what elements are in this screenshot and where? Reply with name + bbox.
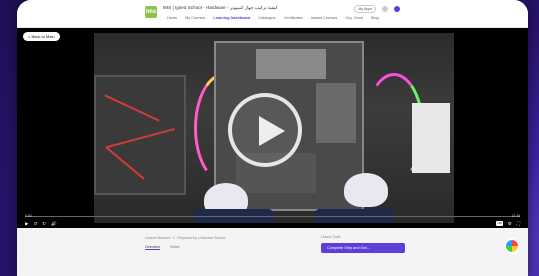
nav-item-learning-dashboard[interactable]: Learning Dashboard (213, 16, 250, 20)
my-apps-button[interactable]: My Apps (354, 5, 376, 13)
play-icon[interactable] (228, 93, 302, 167)
tab-notes[interactable]: Notes (170, 245, 179, 250)
main-nav: Home My Courses Learning Dashboard Catal… (167, 16, 379, 20)
notification-icon[interactable] (382, 6, 388, 12)
video-side-panel (94, 75, 186, 195)
lesson-info-area: Lesson Number: 1 · Prepared by Unknown S… (17, 228, 528, 276)
time-total: 12:16 (511, 214, 521, 218)
settings-icon[interactable]: ⚙ (508, 221, 512, 226)
play-pause-icon[interactable]: ▶ (25, 221, 28, 226)
help-chat-icon[interactable] (504, 238, 520, 254)
right-glove (344, 173, 388, 207)
tools-tray (412, 103, 450, 173)
volume-icon[interactable]: 🔊 (51, 221, 57, 226)
sidebar-label: Lesson Tools (321, 235, 341, 239)
lesson-tabs: Overview Notes (145, 245, 179, 250)
progress-bar[interactable] (25, 216, 520, 217)
avatar[interactable] (394, 6, 400, 12)
time-current: 0:03 (25, 214, 32, 218)
app-window: ims IMS | Igned School - Hardware - كيفي… (17, 0, 528, 276)
top-navigation-bar: ims IMS | Igned School - Hardware - كيفي… (17, 0, 528, 28)
nav-item-instant-courses[interactable]: Instant Courses (311, 16, 338, 20)
video-controls: 0:03 12:16 ▶ ↺ ↻ 🔊 HD ⚙ ⛶ (17, 214, 528, 228)
app-logo[interactable]: ims (145, 6, 157, 18)
complete-step-button[interactable]: Complete Step and Get... (321, 243, 405, 253)
back-button[interactable]: < Back to Main (23, 32, 60, 41)
nav-item-blog[interactable]: Blog (371, 16, 379, 20)
nav-item-org-chart[interactable]: Org. Chart (345, 16, 363, 20)
fullscreen-icon[interactable]: ⛶ (517, 221, 520, 226)
nav-item-catalogue[interactable]: Catalogue (258, 16, 275, 20)
nav-item-home[interactable]: Home (167, 16, 177, 20)
rewind-icon[interactable]: ↺ (33, 221, 37, 226)
forward-icon[interactable]: ↻ (42, 221, 46, 226)
tab-overview[interactable]: Overview (145, 245, 160, 250)
quality-badge[interactable]: HD (496, 221, 503, 226)
header-actions: My Apps (354, 5, 400, 13)
video-player[interactable]: < Back to Main 0:03 12:16 ▶ ↺ ↻ 🔊 HD ⚙ ⛶ (17, 28, 528, 228)
nav-item-certificates[interactable]: Certificates (284, 16, 303, 20)
course-title: IMS | Igned School - Hardware - كيفية تر… (163, 5, 278, 10)
lesson-meta: Lesson Number: 1 · Prepared by Unknown S… (145, 236, 226, 240)
nav-item-my-courses[interactable]: My Courses (185, 16, 205, 20)
